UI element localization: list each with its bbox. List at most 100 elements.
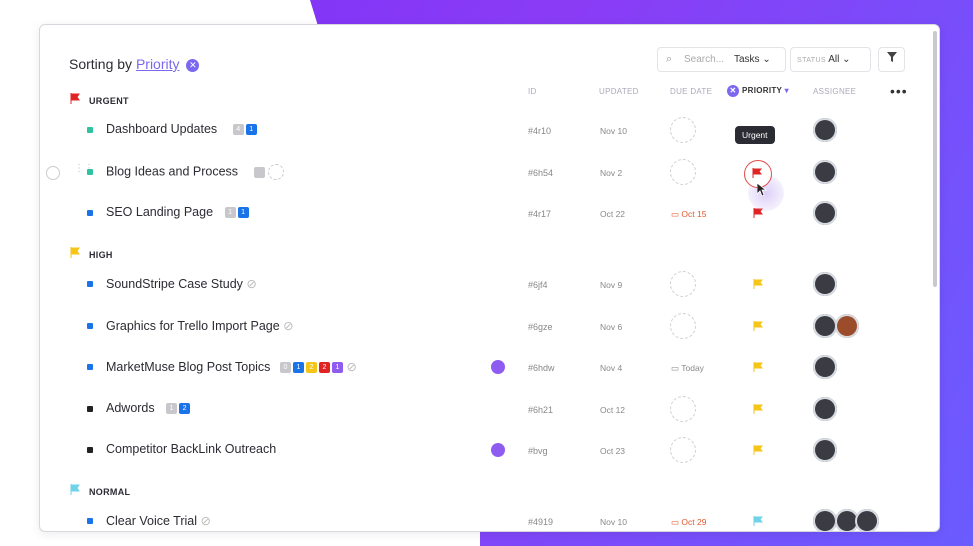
task-name[interactable]: Dashboard Updates 41 [106, 122, 257, 136]
avatar[interactable] [813, 509, 837, 531]
avatar[interactable] [813, 438, 837, 462]
sort-field-link[interactable]: Priority [136, 56, 180, 72]
priority-flag-icon[interactable] [753, 516, 763, 526]
subtask-badge[interactable]: 4 [232, 124, 244, 136]
avatar[interactable] [855, 509, 879, 531]
column-priority[interactable]: ✕ PRIORITY ▾ [727, 85, 789, 97]
badge[interactable]: 1 [331, 362, 343, 374]
status-square[interactable] [87, 210, 93, 216]
priority-flag-icon[interactable] [753, 404, 763, 414]
column-id[interactable]: ID [528, 87, 537, 96]
more-options-icon[interactable]: ••• [890, 83, 908, 99]
select-checkbox[interactable] [46, 166, 60, 180]
status-square[interactable] [87, 281, 93, 287]
badge[interactable]: 1 [292, 362, 304, 374]
badge[interactable]: 0 [279, 362, 291, 374]
due-date-calendar-icon[interactable] [670, 396, 696, 422]
task-list-panel: Sorting by Priority ✕ ⌕ Search... Tasks … [39, 24, 940, 532]
table-row[interactable]: Competitor BackLink Outreach #bvg Oct 23 [40, 430, 910, 470]
status-square[interactable] [87, 323, 93, 329]
avatar[interactable] [813, 397, 837, 421]
status-filter[interactable]: STATUS All ⌄ [790, 47, 871, 72]
table-row[interactable]: SoundStripe Case Study ⊘ #6jf4 Nov 9 [40, 264, 910, 304]
priority-flag-icon[interactable] [753, 279, 763, 289]
task-id: #6hdw [528, 363, 555, 373]
search-scope-dropdown[interactable]: Tasks ⌄ [734, 48, 771, 71]
badge[interactable]: 2 [318, 362, 330, 374]
status-square[interactable] [87, 447, 93, 453]
column-updated[interactable]: UPDATED [599, 87, 639, 96]
avatar[interactable] [813, 160, 837, 184]
sort-prefix: Sorting by [69, 56, 133, 72]
table-row[interactable]: MarketMuse Blog Post Topics 01221 ⊘ #6hd… [40, 347, 910, 387]
column-due-date[interactable]: DUE DATE [670, 87, 712, 96]
due-date[interactable]: ▭ Today [671, 363, 704, 374]
priority-flag-icon[interactable] [753, 321, 763, 331]
avatar[interactable] [813, 201, 837, 225]
calendar-icon: ▭ [671, 209, 680, 219]
task-name[interactable]: Adwords 12 [106, 401, 191, 415]
status-square[interactable] [87, 406, 93, 412]
clear-sort-icon[interactable]: ✕ [186, 58, 200, 72]
attachment-icon[interactable]: ⊘ [283, 319, 293, 333]
avatar[interactable] [813, 314, 837, 338]
task-updated: Nov 2 [600, 168, 623, 178]
status-square[interactable] [87, 169, 93, 175]
task-name[interactable]: Graphics for Trello Import Page ⊘ [106, 318, 294, 333]
checklist-badge[interactable]: 1 [245, 124, 257, 136]
table-row[interactable]: Adwords 12 #6h21 Oct 12 [40, 389, 910, 429]
priority-flag-icon[interactable] [753, 445, 763, 455]
group-normal[interactable]: NORMAL [70, 484, 130, 497]
avatar[interactable] [813, 118, 837, 142]
assign-user-icon[interactable] [491, 443, 505, 457]
status-square[interactable] [87, 518, 93, 524]
group-urgent[interactable]: URGENT [70, 93, 129, 106]
sort-title: Sorting by Priority ✕ [69, 56, 200, 72]
add-tag-icon[interactable] [268, 164, 284, 180]
group-high[interactable]: HIGH [70, 247, 113, 260]
due-date-calendar-icon[interactable] [670, 437, 696, 463]
task-id: #4r10 [528, 126, 552, 136]
attachment-icon[interactable]: ⊘ [201, 514, 211, 528]
priority-flag-icon[interactable] [753, 362, 763, 372]
status-square[interactable] [87, 364, 93, 370]
due-date-calendar-icon[interactable] [670, 117, 696, 143]
task-name[interactable]: Blog Ideas and Process [106, 164, 284, 180]
badge[interactable]: 2 [179, 403, 191, 415]
task-name[interactable]: Competitor BackLink Outreach [106, 442, 276, 456]
task-name[interactable]: MarketMuse Blog Post Topics 01221 ⊘ [106, 359, 357, 374]
column-assignee[interactable]: ASSIGNEE [813, 87, 856, 96]
task-id: #6gze [528, 322, 553, 332]
task-name[interactable]: Clear Voice Trial ⊘ [106, 513, 211, 528]
attachment-icon[interactable]: ⊘ [346, 360, 356, 374]
task-updated: Oct 23 [600, 446, 626, 456]
search-icon: ⌕ [666, 53, 673, 65]
search-input[interactable]: Search... [684, 48, 724, 71]
checklist-badge[interactable]: 1 [237, 207, 249, 219]
badge[interactable]: 2 [305, 362, 317, 374]
table-row[interactable]: Graphics for Trello Import Page ⊘ #6gze … [40, 306, 910, 346]
due-date[interactable]: ▭ Oct 29 [671, 517, 706, 528]
due-date[interactable]: ▭ Oct 15 [671, 209, 706, 220]
search-box[interactable]: ⌕ Search... Tasks ⌄ [657, 47, 786, 72]
avatar[interactable] [813, 272, 837, 296]
badge[interactable]: 1 [166, 403, 178, 415]
task-name[interactable]: SEO Landing Page 11 [106, 205, 249, 219]
due-date-calendar-icon[interactable] [670, 313, 696, 339]
clear-priority-icon[interactable]: ✕ [727, 85, 739, 97]
subtask-icon[interactable] [253, 166, 265, 178]
status-square[interactable] [87, 127, 93, 133]
avatar[interactable] [813, 355, 837, 379]
subtask-badge[interactable]: 1 [224, 207, 236, 219]
table-row[interactable]: Dashboard Updates 41 #4r10 Nov 10 [40, 110, 910, 150]
filter-button[interactable] [878, 47, 905, 72]
attachment-icon[interactable]: ⊘ [246, 277, 256, 291]
due-date-calendar-icon[interactable] [670, 271, 696, 297]
scrollbar[interactable] [933, 31, 937, 287]
avatar[interactable] [835, 314, 859, 338]
task-name[interactable]: SoundStripe Case Study ⊘ [106, 276, 257, 291]
task-updated: Nov 6 [600, 322, 623, 332]
assign-user-icon[interactable] [491, 360, 505, 374]
due-date-calendar-icon[interactable] [670, 159, 696, 185]
table-row[interactable]: Clear Voice Trial ⊘ #4919 Nov 10 ▭ Oct 2… [40, 501, 910, 531]
